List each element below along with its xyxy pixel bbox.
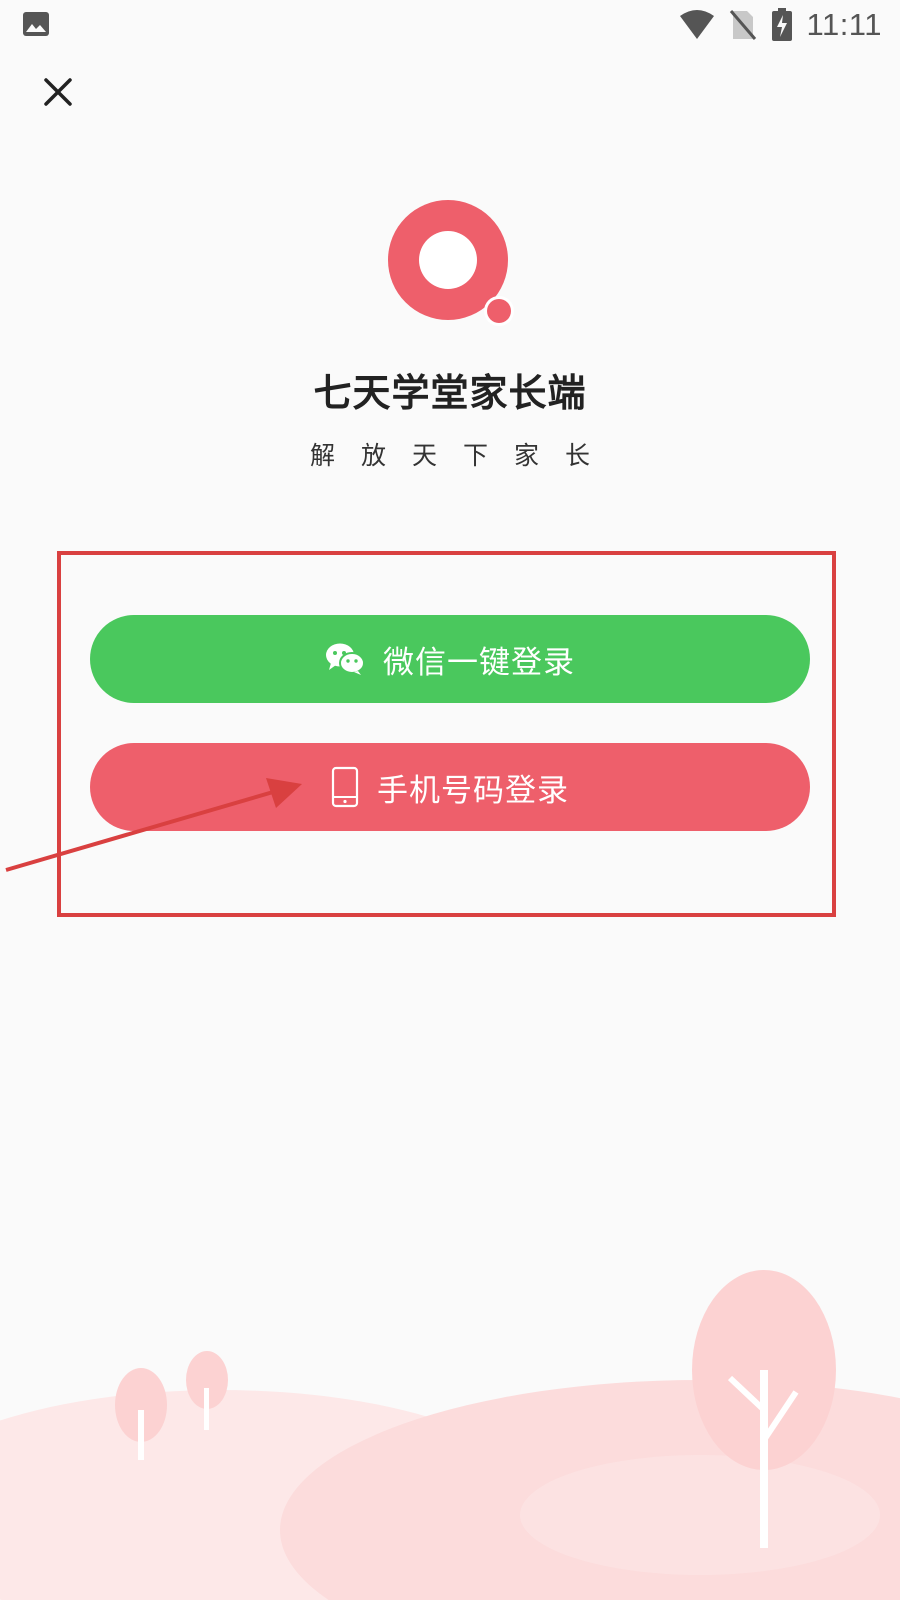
battery-charging-icon <box>771 8 792 41</box>
wechat-login-button[interactable]: 微信一键登录 <box>90 615 810 703</box>
app-logo-icon <box>388 200 514 326</box>
wechat-login-label: 微信一键登录 <box>383 644 575 681</box>
status-bar: 11:11 <box>0 0 900 50</box>
status-right-group: 11:11 <box>679 4 882 46</box>
wifi-icon <box>679 10 714 39</box>
tagline: 解放天下家长 <box>309 441 616 470</box>
status-time: 11:11 <box>806 7 882 42</box>
close-icon[interactable] <box>38 72 78 112</box>
wechat-icon <box>325 642 365 676</box>
background-scenery <box>0 1270 900 1600</box>
phone-login-label: 手机号码登录 <box>377 772 569 809</box>
annotation-arrow <box>5 778 302 872</box>
app-name: 七天学堂家长端 <box>313 371 587 415</box>
no-sim-icon <box>729 10 756 40</box>
mobile-phone-icon <box>331 766 359 808</box>
login-screen: 11:11 七天学堂家长端 解放天下家长 微信一键登录 手机号码登录 <box>0 0 900 1600</box>
gallery-icon <box>23 12 49 36</box>
